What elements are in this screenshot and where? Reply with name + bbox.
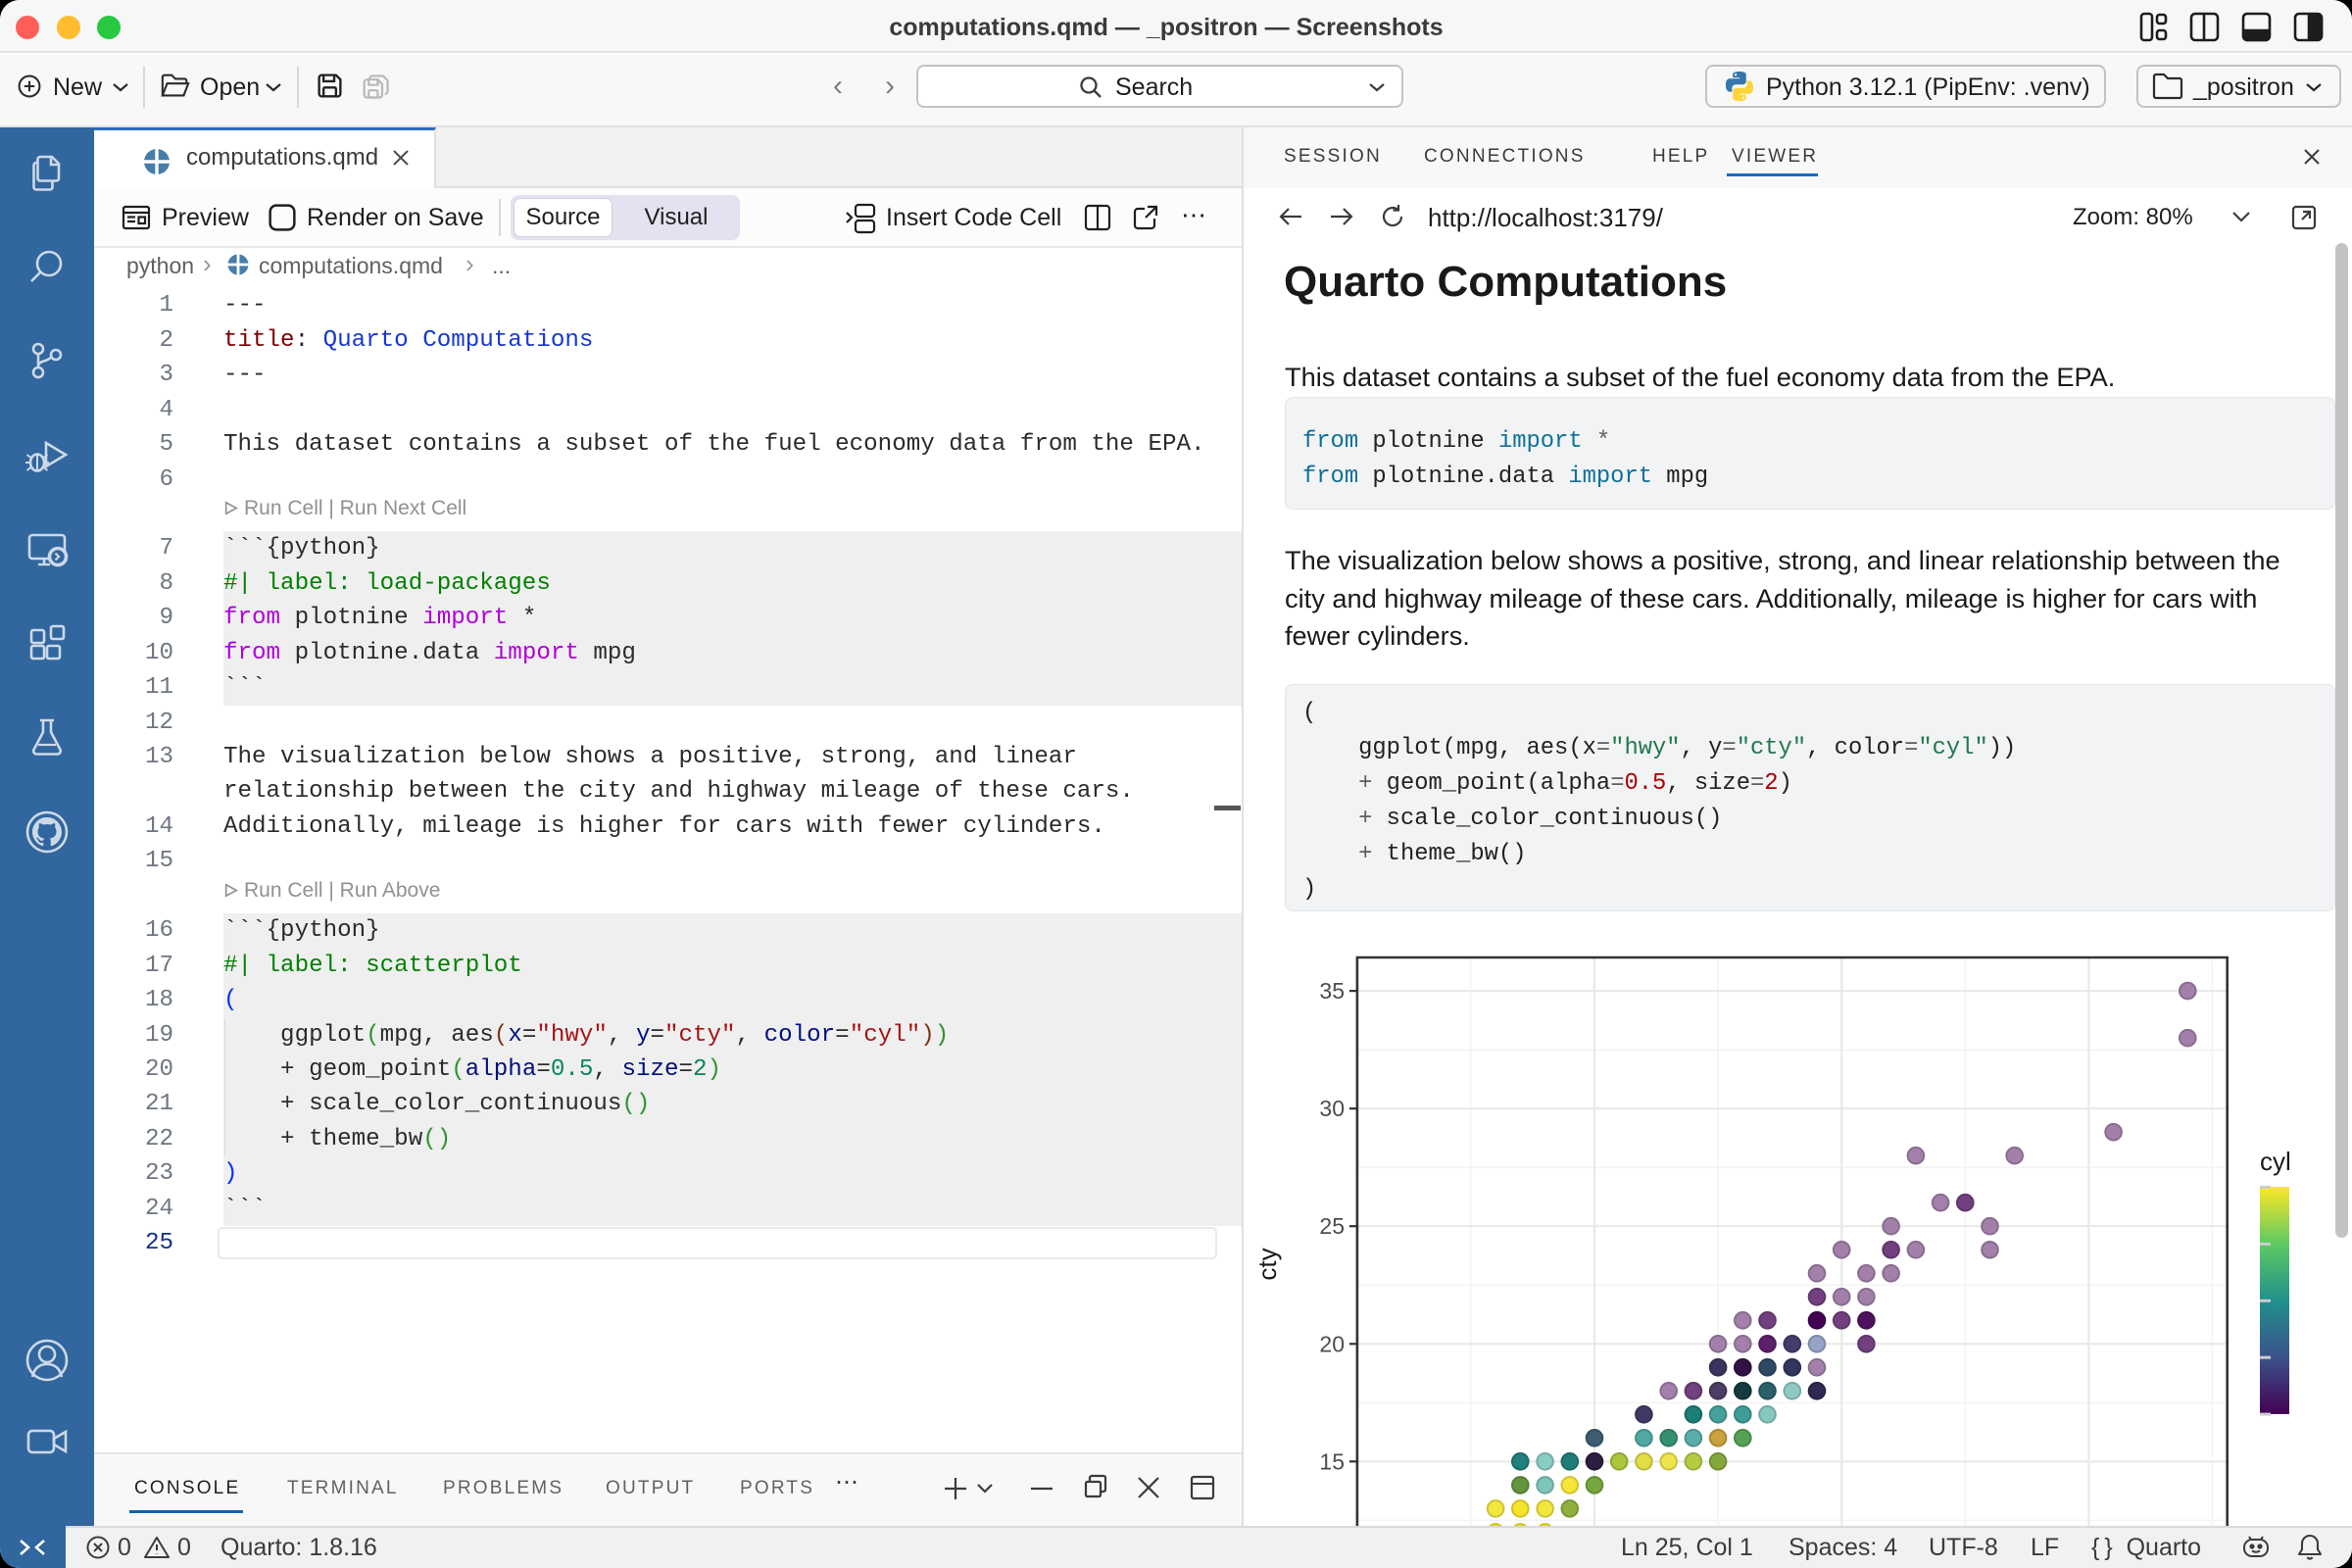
svg-text:20: 20 — [1319, 1331, 1345, 1356]
svg-text:cty: cty — [1252, 1248, 1282, 1280]
svg-text:30: 30 — [1319, 1096, 1345, 1121]
svg-text:cyl: cyl — [2260, 1147, 2291, 1176]
svg-text:25: 25 — [1319, 1213, 1345, 1239]
svg-text:15: 15 — [1319, 1448, 1345, 1474]
svg-text:35: 35 — [1319, 978, 1345, 1004]
